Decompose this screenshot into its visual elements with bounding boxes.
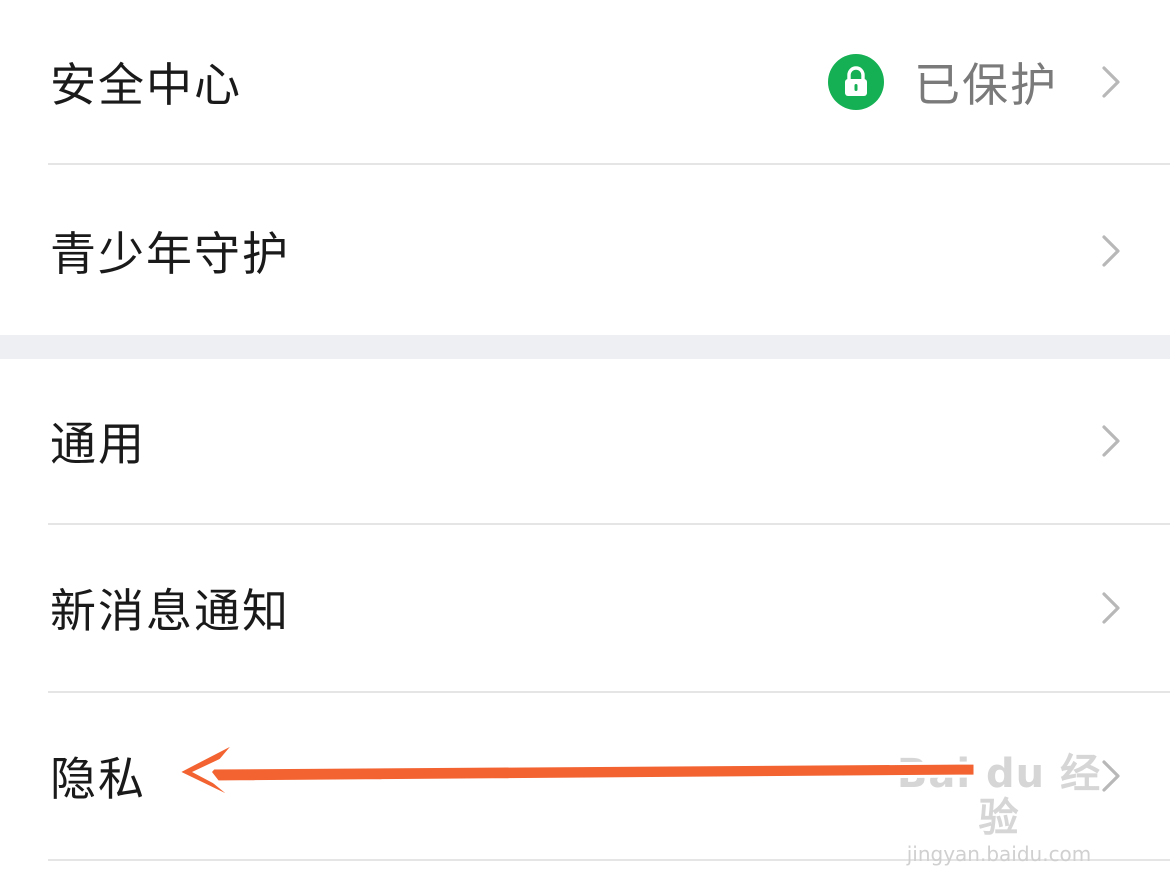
lock-icon	[828, 54, 884, 110]
chevron-right-icon	[1102, 425, 1120, 457]
watermark-url: jingyan.baidu.com	[906, 842, 1092, 866]
settings-item-label: 青少年守护	[50, 226, 290, 281]
divider	[48, 163, 1170, 165]
settings-item-new-message-notification[interactable]: 新消息通知	[0, 525, 1170, 691]
chevron-right-icon	[1102, 66, 1120, 98]
settings-item-security-center[interactable]: 安全中心 已保护	[0, 0, 1170, 164]
chevron-right-icon	[1102, 592, 1120, 624]
section-separator	[0, 335, 1170, 359]
settings-item-youth-protection[interactable]: 青少年守护	[0, 166, 1170, 335]
settings-item-label: 新消息通知	[50, 584, 290, 638]
settings-item-general[interactable]: 通用	[0, 359, 1170, 523]
security-status-text: 已保护	[914, 58, 1058, 112]
chevron-right-icon	[1102, 234, 1120, 267]
settings-item-label: 安全中心	[50, 58, 242, 112]
security-status: 已保护	[828, 49, 1058, 115]
baidu-jingyan-watermark: Bai du 经验 jingyan.baidu.com	[894, 752, 1104, 866]
settings-screen: 安全中心 已保护 青少年守护 通用 新消息通知 隐私 Bai du 经验 jin…	[0, 0, 1170, 877]
watermark-logo-text: Bai du 经验	[896, 751, 1102, 841]
settings-item-label: 通用	[50, 417, 146, 471]
